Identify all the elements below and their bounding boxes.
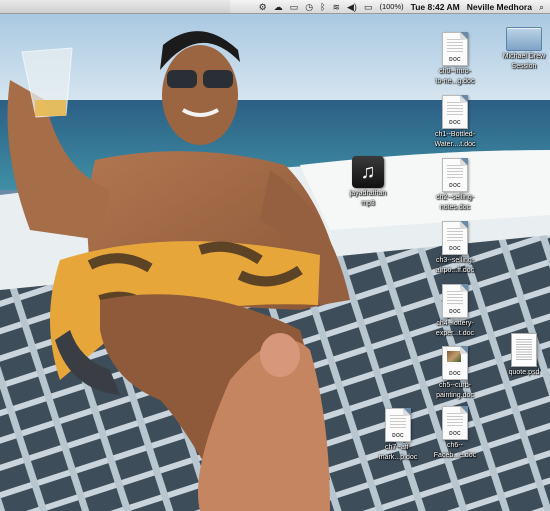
doc-file-icon: DOC bbox=[442, 406, 468, 440]
doc-file-icon: DOC bbox=[385, 408, 411, 442]
drive-icon bbox=[506, 27, 542, 51]
icon-label: mark...p.doc bbox=[378, 454, 418, 461]
icon-label: jayadrathan bbox=[349, 190, 387, 197]
icon-label: ch7--aff- bbox=[385, 444, 411, 451]
menu-user-name[interactable]: Neville Medhora bbox=[467, 1, 532, 13]
icon-label: Session bbox=[511, 63, 537, 70]
icon-label: ch2--selling- bbox=[435, 194, 475, 201]
menu-bar: ⚙ ☁ ▭ ◷ ᛒ ≋ ◀) ▭ (100%) Tue 8:42 AM Nevi… bbox=[0, 0, 550, 14]
icon-label: airpo...ff.doc bbox=[435, 267, 475, 274]
desktop-icon-mp3[interactable]: ♫ jayadrathan mp3 bbox=[333, 156, 403, 208]
menu-clock[interactable]: Tue 8:42 AM bbox=[411, 1, 460, 13]
volume-icon[interactable]: ◀) bbox=[347, 1, 357, 13]
wifi-icon[interactable]: ≋ bbox=[332, 1, 340, 13]
icon-label: ch5--curb- bbox=[439, 382, 471, 389]
cloud-icon[interactable]: ☁ bbox=[274, 1, 283, 13]
spotlight-icon[interactable]: ⌕ bbox=[539, 1, 544, 13]
desktop-icon-ch1[interactable]: DOC ch1--Bottled- Water....t.doc bbox=[420, 95, 490, 149]
menu-bar-left-area bbox=[0, 0, 230, 13]
icon-label: ch3--selling- bbox=[435, 257, 475, 264]
battery-percent[interactable]: (100%) bbox=[379, 1, 403, 13]
icon-label: quote.psd bbox=[508, 369, 540, 376]
doc-file-icon: DOC bbox=[442, 158, 468, 192]
psd-file-icon bbox=[511, 333, 537, 367]
display-icon[interactable]: ▭ bbox=[290, 1, 299, 13]
bluetooth-icon[interactable]: ᛒ bbox=[320, 1, 325, 13]
gear-icon[interactable]: ⚙ bbox=[259, 1, 267, 13]
icon-label: mp3 bbox=[361, 200, 375, 207]
desktop-icon-ch0[interactable]: DOC ch0--intro- to-ne...g.doc bbox=[420, 32, 490, 86]
image-thumbnail bbox=[447, 351, 461, 362]
menu-extras: ⚙ ☁ ▭ ◷ ᛒ ≋ ◀) ▭ (100%) Tue 8:42 AM Nevi… bbox=[259, 1, 544, 13]
desktop-icon-ch7[interactable]: DOC ch7--aff- mark...p.doc bbox=[363, 408, 433, 462]
doc-file-icon: DOC bbox=[442, 32, 468, 66]
icon-label: Water....t.doc bbox=[434, 141, 476, 148]
icon-label: exper...t.doc bbox=[435, 330, 475, 337]
icon-label: ch1--Bottled- bbox=[434, 131, 476, 138]
desktop-icon-ch4[interactable]: DOC ch4--lottery- exper...t.doc bbox=[420, 284, 490, 338]
icon-label: ch0--intro- bbox=[439, 68, 471, 75]
icon-label: ch4--lottery- bbox=[436, 320, 474, 327]
desktop-icon-drive[interactable]: Michael Drew Session bbox=[489, 27, 550, 71]
desktop-icon-ch5[interactable]: DOC ch5--curb- painting.doc bbox=[420, 346, 490, 400]
time-machine-icon[interactable]: ◷ bbox=[305, 1, 313, 13]
icon-label: painting.doc bbox=[436, 392, 474, 399]
desktop-icon-ch2[interactable]: DOC ch2--selling- notes.doc bbox=[420, 158, 490, 212]
doc-file-icon: DOC bbox=[442, 346, 468, 380]
desktop-icon-ch3[interactable]: DOC ch3--selling- airpo...ff.doc bbox=[420, 221, 490, 275]
icon-label: Michael Drew bbox=[502, 53, 546, 60]
icon-label: to-ne...g.doc bbox=[435, 78, 475, 85]
doc-file-icon: DOC bbox=[442, 284, 468, 318]
doc-file-icon: DOC bbox=[442, 95, 468, 129]
doc-file-icon: DOC bbox=[442, 221, 468, 255]
battery-icon[interactable]: ▭ bbox=[364, 1, 373, 13]
music-note-icon: ♫ bbox=[352, 156, 384, 188]
icon-label: notes.doc bbox=[439, 204, 471, 211]
desktop-icon-quote[interactable]: quote.psd bbox=[489, 333, 550, 377]
